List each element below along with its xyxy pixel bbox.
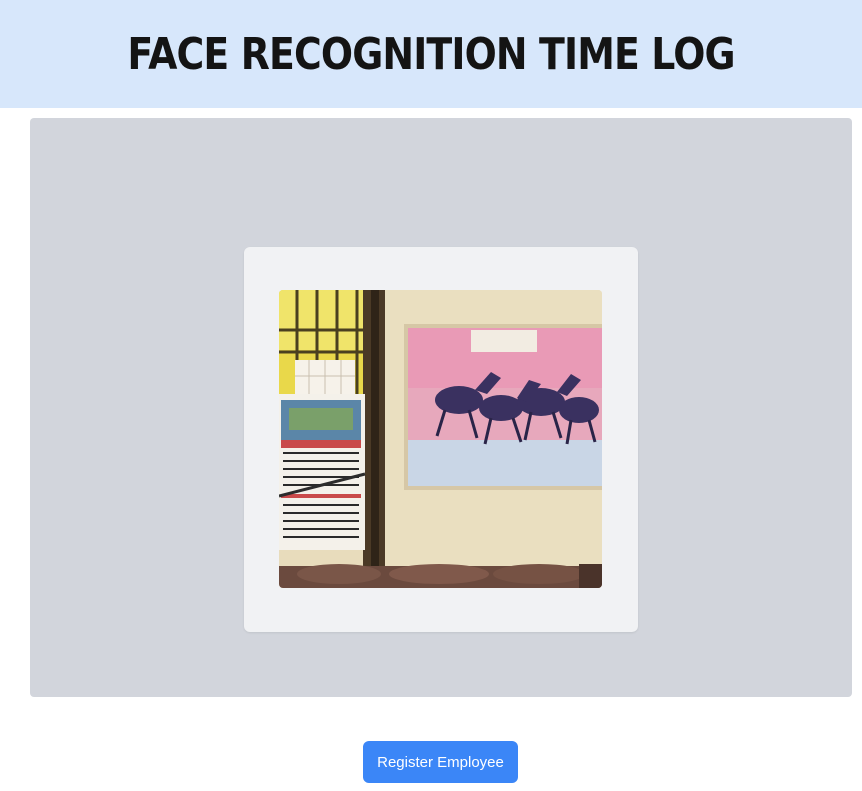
app-header: FACE RECOGNITION TIME LOG (0, 0, 862, 108)
camera-card (244, 247, 638, 632)
register-employee-button[interactable]: Register Employee (363, 741, 518, 783)
page-title: FACE RECOGNITION TIME LOG (127, 28, 735, 80)
webcam-frame-image (279, 290, 602, 588)
webcam-feed (279, 290, 602, 588)
camera-stage (30, 118, 852, 697)
